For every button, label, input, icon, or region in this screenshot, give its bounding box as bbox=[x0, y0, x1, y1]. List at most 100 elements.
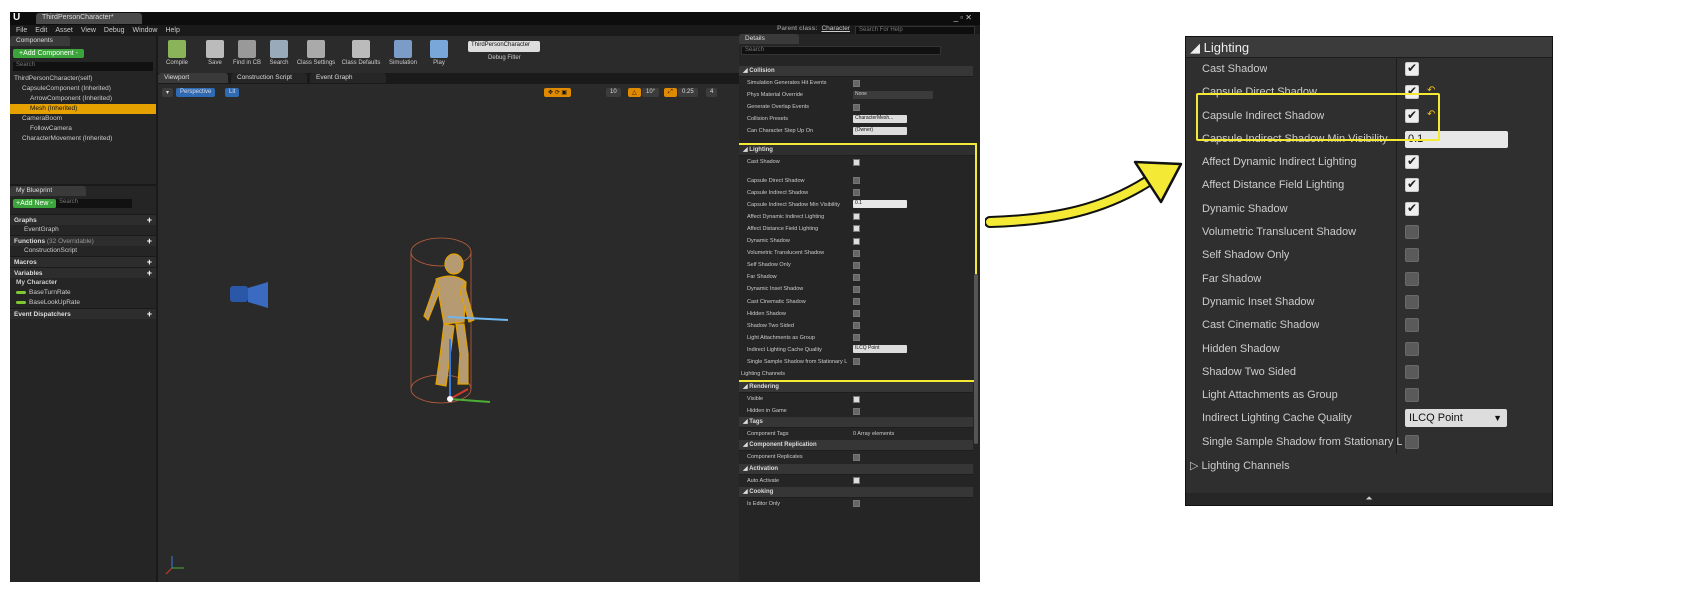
graphs-section[interactable]: Graphs + bbox=[10, 214, 156, 225]
checkbox[interactable] bbox=[853, 395, 860, 403]
rendering-section[interactable]: ◢ Rendering bbox=[739, 382, 973, 394]
document-tab[interactable]: ThirdPersonCharacter* bbox=[36, 13, 142, 24]
viewport[interactable]: ▾ Perspective Lit ✥ ⟳ ▣ 10 △ 10° ⤢ 0.25 … bbox=[158, 84, 740, 582]
checkbox[interactable] bbox=[853, 334, 860, 342]
cache-quality-select[interactable]: ILCQ Point bbox=[1405, 409, 1507, 428]
lighting-channels-row[interactable]: Lighting Channels bbox=[739, 368, 975, 380]
lighting-channels-row[interactable]: ▷ Lighting Channels bbox=[1186, 454, 1552, 477]
construction-script-item[interactable]: ConstructionScript bbox=[10, 246, 156, 256]
variables-section[interactable]: Variables + bbox=[10, 267, 156, 278]
menu-item-help[interactable]: Help bbox=[165, 27, 179, 34]
functions-section[interactable]: Functions (32 Overridable) + bbox=[10, 235, 156, 246]
checkbox[interactable] bbox=[853, 158, 860, 166]
debug-object-select[interactable]: ThirdPersonCharacter bbox=[468, 41, 540, 52]
checkbox[interactable] bbox=[1405, 225, 1419, 240]
tags-section[interactable]: ◢ Tags bbox=[739, 417, 973, 429]
class-settings-button[interactable]: Class Settings bbox=[296, 37, 336, 75]
checkbox[interactable] bbox=[853, 298, 860, 305]
components-tab[interactable]: Components bbox=[10, 36, 70, 46]
gizmo-pivot[interactable] bbox=[447, 396, 453, 402]
checkbox[interactable] bbox=[853, 407, 860, 415]
checkbox[interactable] bbox=[853, 310, 860, 318]
checkbox[interactable] bbox=[853, 225, 860, 233]
window-controls[interactable]: _ ▫ ✕ bbox=[954, 13, 972, 22]
details-search-input[interactable]: Search bbox=[741, 46, 941, 55]
activation-section[interactable]: ◢ Activation bbox=[739, 463, 973, 475]
editor-tab-construction-script[interactable]: Construction Script bbox=[231, 73, 307, 83]
variable-item[interactable]: BaseLookUpRate bbox=[10, 298, 156, 308]
my-blueprint-tab[interactable]: My Blueprint bbox=[10, 186, 86, 196]
search-button[interactable]: Search bbox=[262, 37, 296, 75]
checkbox[interactable] bbox=[1405, 154, 1419, 170]
checkbox[interactable] bbox=[1405, 388, 1419, 403]
menu-item-debug[interactable]: Debug bbox=[104, 27, 125, 34]
checkbox[interactable] bbox=[1405, 271, 1419, 286]
checkbox[interactable] bbox=[1405, 248, 1419, 263]
lighting-zoom-header[interactable]: ◢ Lighting bbox=[1186, 37, 1552, 58]
macros-section[interactable]: Macros + bbox=[10, 256, 156, 267]
replication-section[interactable]: ◢ Component Replication bbox=[739, 440, 973, 452]
class-defaults-button[interactable]: Class Defaults bbox=[340, 37, 382, 75]
menu-item-edit[interactable]: Edit bbox=[35, 27, 47, 34]
play-button[interactable]: Play bbox=[422, 37, 456, 75]
add-dispatcher-icon[interactable]: + bbox=[147, 309, 152, 320]
checkbox[interactable] bbox=[1405, 341, 1419, 356]
checkbox[interactable] bbox=[1405, 364, 1419, 379]
simulation-button[interactable]: Simulation bbox=[386, 37, 420, 75]
editor-tab-event-graph[interactable]: Event Graph bbox=[310, 73, 386, 83]
checkbox[interactable] bbox=[853, 453, 860, 461]
component-tree-item[interactable]: CapsuleComponent (Inherited) bbox=[10, 84, 156, 94]
collision-section[interactable]: ◢ Collision bbox=[739, 66, 973, 77]
parent-class-link[interactable]: Character bbox=[821, 25, 850, 32]
editor-tab-viewport[interactable]: Viewport bbox=[158, 73, 228, 83]
checkbox[interactable] bbox=[853, 500, 860, 508]
checkbox[interactable] bbox=[1405, 61, 1419, 76]
checkbox[interactable] bbox=[853, 237, 860, 245]
checkbox[interactable] bbox=[853, 285, 860, 293]
add-variable-icon[interactable]: + bbox=[147, 268, 152, 279]
variable-item[interactable]: BaseTurnRate bbox=[10, 288, 156, 298]
component-tree-item[interactable]: CharacterMovement (Inherited) bbox=[10, 134, 156, 144]
checkbox[interactable] bbox=[853, 213, 860, 221]
my-character-category[interactable]: My Character bbox=[10, 278, 156, 288]
component-tree-item[interactable]: ArrowComponent (Inherited) bbox=[10, 94, 156, 104]
event-graph-item[interactable]: EventGraph bbox=[10, 225, 156, 235]
components-search-input[interactable]: Search bbox=[13, 62, 153, 71]
checkbox[interactable] bbox=[853, 79, 860, 87]
min-visibility-input[interactable]: 0.1 bbox=[853, 200, 907, 209]
blueprint-search-input[interactable]: Search bbox=[56, 199, 132, 208]
cache-quality-select[interactable]: ILCQ Point bbox=[853, 345, 907, 354]
collapse-arrow-icon[interactable]: ⏶ bbox=[1186, 493, 1552, 505]
compile-button[interactable]: Compile bbox=[160, 37, 194, 75]
checkbox[interactable] bbox=[853, 189, 860, 197]
checkbox[interactable] bbox=[853, 249, 860, 257]
checkbox[interactable] bbox=[853, 261, 860, 269]
checkbox[interactable] bbox=[853, 273, 860, 281]
phys-material-select[interactable]: None bbox=[853, 90, 933, 99]
collision-presets-select[interactable]: CharacterMesh... bbox=[853, 114, 907, 123]
checkbox[interactable] bbox=[853, 103, 860, 111]
details-tab[interactable]: Details bbox=[739, 34, 799, 44]
component-tree-item[interactable]: ThirdPersonCharacter(self) bbox=[10, 74, 156, 84]
add-graph-icon[interactable]: + bbox=[147, 215, 152, 226]
find-in-cb-button[interactable]: Find in CB bbox=[230, 37, 264, 75]
checkbox[interactable] bbox=[1405, 318, 1419, 333]
menu-item-file[interactable]: File bbox=[16, 27, 27, 34]
add-new-button[interactable]: +Add New - bbox=[13, 199, 56, 208]
details-scrollbar[interactable] bbox=[974, 274, 978, 444]
checkbox[interactable] bbox=[1405, 294, 1419, 309]
checkbox[interactable] bbox=[853, 358, 860, 366]
component-tree-item[interactable]: FollowCamera bbox=[10, 124, 156, 134]
menu-item-window[interactable]: Window bbox=[133, 27, 158, 34]
event-dispatchers-section[interactable]: Event Dispatchers + bbox=[10, 308, 156, 319]
lighting-section[interactable]: ◢ Lighting bbox=[739, 145, 975, 157]
save-button[interactable]: Save bbox=[198, 37, 232, 75]
step-up-select[interactable]: (Owner) bbox=[853, 126, 907, 135]
cooking-section[interactable]: ◢ Cooking bbox=[739, 486, 973, 498]
component-tree-item[interactable]: Mesh (Inherited) bbox=[10, 104, 156, 114]
add-component-button[interactable]: +Add Component - bbox=[13, 49, 84, 58]
add-function-icon[interactable]: + bbox=[147, 236, 152, 247]
menu-item-view[interactable]: View bbox=[81, 27, 96, 34]
checkbox[interactable] bbox=[1405, 201, 1419, 216]
checkbox[interactable] bbox=[853, 322, 860, 330]
